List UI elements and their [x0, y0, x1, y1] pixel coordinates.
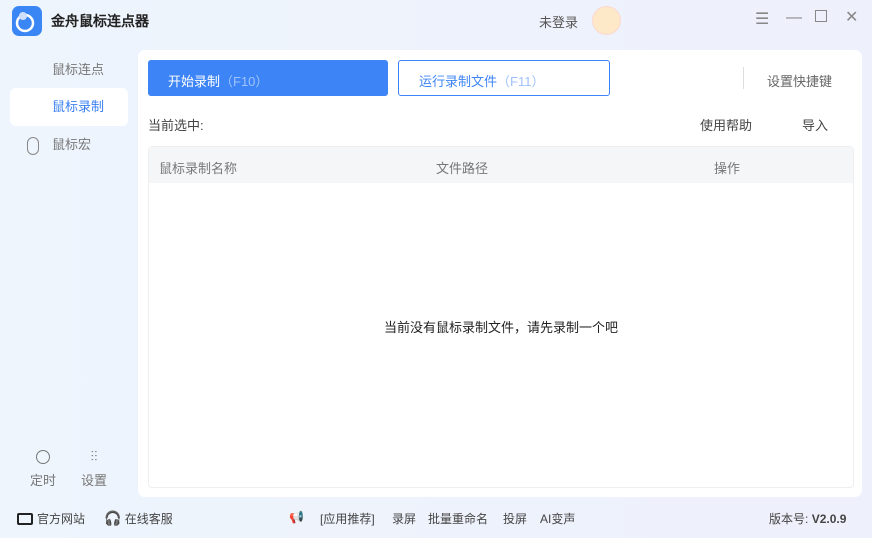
start-record-button[interactable]: 开始录制（F10） [148, 60, 388, 96]
label: 运行录制文件 [419, 74, 498, 89]
sidebar-item-record[interactable]: 鼠标录制 [10, 88, 128, 126]
mouse-icon [27, 137, 39, 155]
version-label: 版本号: [769, 512, 809, 526]
records-table: 鼠标录制名称 文件路径 操作 当前没有鼠标录制文件，请先录制一个吧 [148, 146, 854, 488]
hotkey: （F10） [220, 74, 269, 89]
sidebar-item-label: 鼠标宏 [52, 137, 92, 152]
timer-icon [36, 450, 50, 464]
column-name: 鼠标录制名称 [159, 161, 238, 176]
avatar[interactable] [592, 6, 621, 35]
run-file-button[interactable]: 运行录制文件（F11） [398, 60, 610, 96]
megaphone-icon: 📢 [289, 510, 304, 524]
sliders-icon: ⫶⫶ [90, 448, 98, 464]
settings-button[interactable]: ⫶⫶ 设置 [81, 448, 107, 489]
import-button[interactable]: 导入 [802, 115, 828, 134]
app-link[interactable]: 录屏 [392, 510, 416, 527]
settings-label: 设置 [81, 473, 108, 488]
shortcut-settings-button[interactable]: 设置快捷键 [767, 71, 832, 90]
current-selection-label: 当前选中: [148, 118, 204, 133]
app-link[interactable]: 批量重命名 [428, 510, 488, 527]
sidebar-item-macro[interactable]: 鼠标宏 [10, 126, 128, 164]
headset-icon: 🎧 [104, 510, 122, 526]
label: 在线客服 [124, 512, 173, 526]
recommend-label: [应用推荐] [320, 512, 375, 526]
app-link[interactable]: AI变声 [540, 510, 575, 527]
minimize-icon[interactable]: — [786, 9, 802, 27]
version-value: V2.0.9 [811, 512, 847, 526]
app-title: 金舟鼠标连点器 [51, 13, 149, 29]
column-path: 文件路径 [436, 161, 489, 176]
version: 版本号: V2.0.9 [769, 510, 846, 527]
empty-message: 当前没有鼠标录制文件，请先录制一个吧 [383, 320, 618, 335]
support-link[interactable]: 🎧 在线客服 [104, 510, 173, 527]
label: 官方网站 [37, 512, 86, 526]
maximize-icon[interactable] [815, 10, 827, 22]
sidebar-item-click[interactable]: 鼠标连点 [10, 51, 128, 89]
website-link[interactable]: 官方网站 [17, 510, 85, 527]
column-action: 操作 [714, 161, 741, 176]
timer-button[interactable]: 定时 [30, 448, 56, 489]
label: 开始录制 [168, 74, 221, 89]
timer-label: 定时 [30, 473, 57, 488]
hotkey: （F11） [497, 74, 545, 89]
app-logo [12, 6, 42, 36]
login-link[interactable]: 未登录 [539, 12, 578, 31]
close-icon[interactable]: ✕ [845, 7, 858, 27]
menu-icon[interactable]: ☰ [755, 9, 769, 29]
divider [743, 67, 744, 89]
table-header: 鼠标录制名称 文件路径 操作 [149, 147, 853, 183]
help-button[interactable]: 使用帮助 [700, 115, 752, 134]
monitor-icon [17, 513, 33, 525]
app-link[interactable]: 投屏 [503, 510, 527, 527]
